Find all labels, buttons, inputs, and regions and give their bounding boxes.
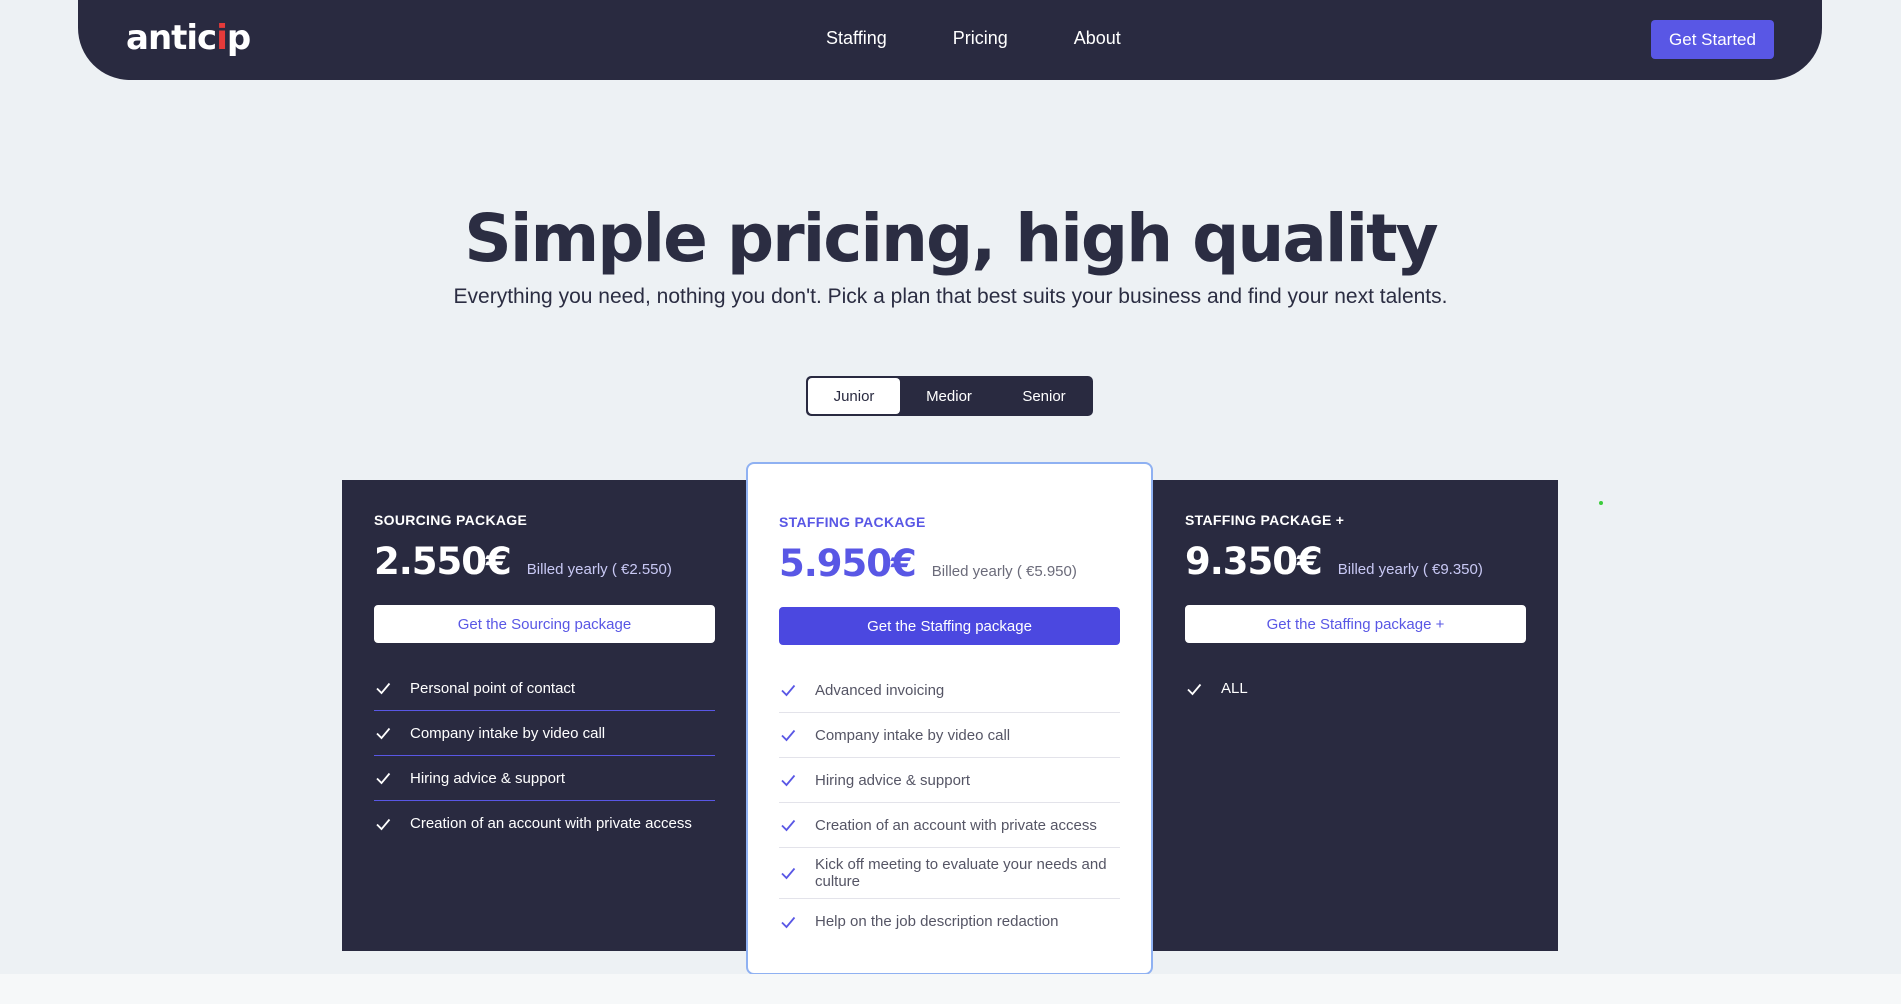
feature-label: Kick off meeting to evaluate your needs … — [815, 856, 1107, 890]
plan-price: 5.950€ — [779, 542, 917, 585]
toggle-option-medior[interactable]: Medior — [900, 378, 998, 414]
feature-label: Company intake by video call — [815, 726, 1011, 744]
plan-features: ALL — [1185, 666, 1526, 711]
top-navbar: anticip Staffing Pricing About Get Start… — [78, 0, 1822, 80]
page-title: Simple pricing, high quality — [464, 200, 1438, 277]
page-subtitle: Everything you need, nothing you don't. … — [453, 285, 1448, 308]
plan-price: 2.550€ — [374, 540, 512, 583]
nav-link-pricing[interactable]: Pricing — [953, 28, 1008, 49]
decorative-dot — [1599, 501, 1603, 505]
check-icon — [781, 819, 796, 832]
get-staffing-plus-package-button[interactable]: Get the Staffing package + — [1185, 605, 1526, 643]
plan-title: STAFFING PACKAGE — [779, 514, 926, 530]
feature-label: Creation of an account with private acce… — [410, 815, 692, 832]
plan-billing: Billed yearly ( €5.950) — [931, 563, 1077, 580]
feature-item: Company intake by video call — [779, 713, 1120, 758]
feature-item: Creation of an account with private acce… — [374, 801, 715, 846]
check-icon — [781, 867, 796, 880]
feature-label: Personal point of contact — [410, 679, 576, 697]
logo-text-start: antic — [126, 18, 217, 58]
feature-item: Hiring advice & support — [374, 756, 715, 801]
feature-item: Company intake by video call — [374, 711, 715, 756]
plan-billing: Billed yearly ( €2.550) — [526, 561, 672, 578]
plan-card-sourcing: SOURCING PACKAGE 2.550€ Billed yearly ( … — [342, 480, 747, 951]
plan-billing: Billed yearly ( €9.350) — [1337, 561, 1483, 578]
plan-title: SOURCING PACKAGE — [374, 512, 528, 528]
feature-item: ALL — [1185, 666, 1526, 711]
check-icon — [376, 772, 391, 785]
check-icon — [376, 682, 391, 695]
toggle-option-junior[interactable]: Junior — [808, 378, 900, 414]
nav-link-about[interactable]: About — [1074, 28, 1121, 49]
nav-links: Staffing Pricing About — [826, 28, 1121, 49]
check-icon — [781, 916, 796, 928]
check-icon — [376, 818, 391, 830]
plan-features: Advanced invoicing Company intake by vid… — [779, 668, 1120, 944]
feature-item: Kick off meeting to evaluate your needs … — [779, 848, 1120, 899]
feature-label: Creation of an account with private acce… — [815, 816, 1097, 834]
feature-label: Hiring advice & support — [815, 771, 971, 789]
plan-title: STAFFING PACKAGE + — [1185, 512, 1345, 528]
nav-link-staffing[interactable]: Staffing — [826, 28, 887, 49]
get-staffing-package-button[interactable]: Get the Staffing package — [779, 607, 1120, 645]
feature-item: Hiring advice & support — [779, 758, 1120, 803]
feature-label: Advanced invoicing — [815, 681, 945, 699]
plan-price: 9.350€ — [1185, 540, 1323, 583]
feature-item: Help on the job description redaction — [779, 899, 1120, 944]
check-icon — [781, 684, 796, 697]
feature-label: ALL — [1221, 680, 1248, 697]
logo-text-end: p — [226, 18, 251, 58]
check-icon — [1187, 683, 1202, 695]
check-icon — [781, 729, 796, 742]
feature-item: Creation of an account with private acce… — [779, 803, 1120, 848]
get-sourcing-package-button[interactable]: Get the Sourcing package — [374, 605, 715, 643]
check-icon — [781, 774, 796, 787]
get-started-button[interactable]: Get Started — [1651, 20, 1774, 59]
logo[interactable]: anticip — [126, 18, 251, 58]
toggle-option-senior[interactable]: Senior — [998, 378, 1090, 414]
feature-label: Company intake by video call — [410, 724, 606, 742]
plan-features: Personal point of contact Company intake… — [374, 666, 715, 846]
seniority-toggle: Junior Medior Senior — [806, 376, 1093, 416]
plan-card-staffing: STAFFING PACKAGE 5.950€ Billed yearly ( … — [746, 462, 1153, 975]
logo-mark: i — [216, 18, 228, 58]
feature-label: Hiring advice & support — [410, 769, 566, 787]
footer-strip — [0, 974, 1901, 1004]
check-icon — [376, 727, 391, 740]
feature-item: Advanced invoicing — [779, 668, 1120, 713]
feature-label: Help on the job description redaction — [815, 913, 1059, 930]
feature-item: Personal point of contact — [374, 666, 715, 711]
plan-card-staffing-plus: STAFFING PACKAGE + 9.350€ Billed yearly … — [1153, 480, 1558, 951]
